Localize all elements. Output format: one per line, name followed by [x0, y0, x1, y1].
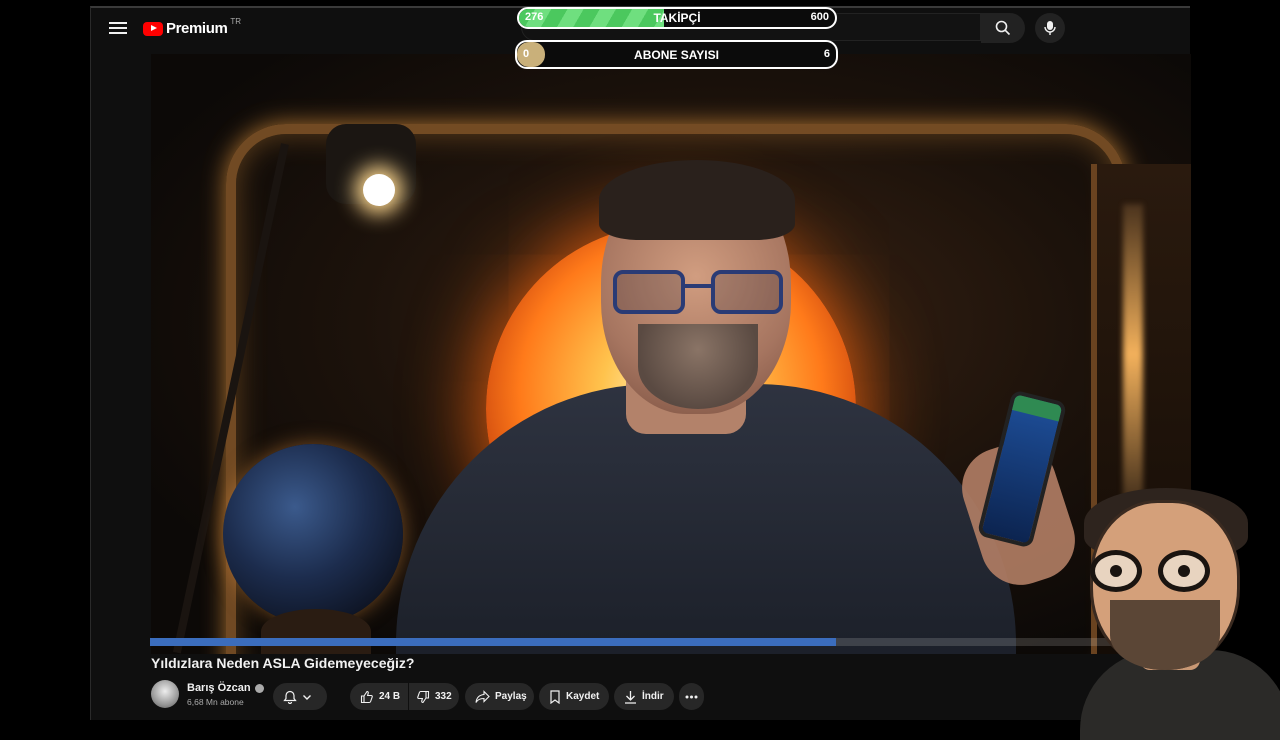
video-player[interactable]	[151, 54, 1191, 654]
youtube-window: Premium TR	[90, 6, 1191, 720]
save-button[interactable]: Kaydet	[539, 683, 609, 710]
channel-name[interactable]: Barış Özcan	[187, 682, 264, 694]
download-label: İndir	[642, 691, 664, 702]
video-title: Yıldızlara Neden ASLA Gidemeyeceğiz?	[151, 655, 415, 671]
notification-bell-button[interactable]	[273, 683, 327, 710]
save-label: Kaydet	[566, 691, 600, 702]
avatar-eye-left	[1110, 565, 1122, 577]
follower-goal-target: 600	[810, 11, 829, 23]
chevron-down-icon	[303, 694, 311, 700]
follower-goal-counter: 276 TAKİPÇİ 600	[517, 7, 837, 29]
voice-search-button[interactable]	[1035, 13, 1065, 43]
like-count: 24 B	[379, 691, 401, 702]
subscriber-goal-target: 6	[823, 48, 830, 60]
logo-text: Premium	[166, 20, 228, 37]
follower-goal-label: TAKİPÇİ	[653, 11, 701, 25]
share-icon	[475, 689, 490, 703]
channel-avatar[interactable]	[151, 680, 179, 708]
like-button[interactable]: 24 B	[350, 683, 408, 710]
video-scene-globe-stand	[261, 609, 371, 654]
youtube-play-logo-icon	[143, 21, 163, 36]
share-label: Paylaş	[495, 691, 527, 702]
screen: Premium TR Yıldızlara Neden ASLA Gidemey…	[0, 0, 1280, 740]
video-scene-shelf-light	[1123, 204, 1143, 504]
search-icon	[995, 20, 1011, 36]
video-scene-globe	[223, 444, 403, 624]
hamburger-menu-icon[interactable]	[109, 19, 127, 37]
video-presenter-hair	[599, 160, 795, 240]
share-button[interactable]: Paylaş	[465, 683, 534, 710]
download-icon	[625, 690, 636, 704]
bell-icon	[283, 690, 297, 704]
youtube-premium-logo[interactable]: Premium TR	[143, 17, 242, 37]
video-progress-fill	[150, 638, 837, 646]
video-presenter-beard	[638, 324, 758, 409]
dislike-button[interactable]: 332	[409, 683, 459, 710]
thumbs-up-icon	[360, 690, 373, 703]
video-presenter-glasses	[613, 270, 788, 316]
avatar-eye-right	[1178, 565, 1190, 577]
avatar-beard	[1110, 600, 1220, 670]
subscriber-goal-counter: 0 ABONE SAYISI 6	[515, 40, 838, 69]
channel-subscriber-count: 6,68 Mn abone	[187, 697, 244, 707]
search-button[interactable]	[981, 13, 1025, 43]
more-actions-button[interactable]	[679, 683, 704, 710]
thumbs-down-icon	[417, 690, 430, 703]
microphone-icon	[1044, 21, 1056, 35]
streamer-webcam-avatar	[1060, 480, 1280, 740]
channel-name-text: Barış Özcan	[187, 682, 251, 694]
dislike-count: 332	[435, 691, 452, 702]
logo-region: TR	[230, 17, 242, 26]
video-progress-bar[interactable]	[150, 638, 1190, 646]
more-horizontal-icon	[685, 695, 698, 698]
video-scene-lamp-light	[363, 174, 395, 206]
download-button[interactable]: İndir	[614, 683, 674, 710]
subscriber-goal-label: ABONE SAYISI	[634, 48, 719, 62]
bookmark-icon	[550, 689, 560, 704]
verified-check-icon	[254, 683, 264, 693]
